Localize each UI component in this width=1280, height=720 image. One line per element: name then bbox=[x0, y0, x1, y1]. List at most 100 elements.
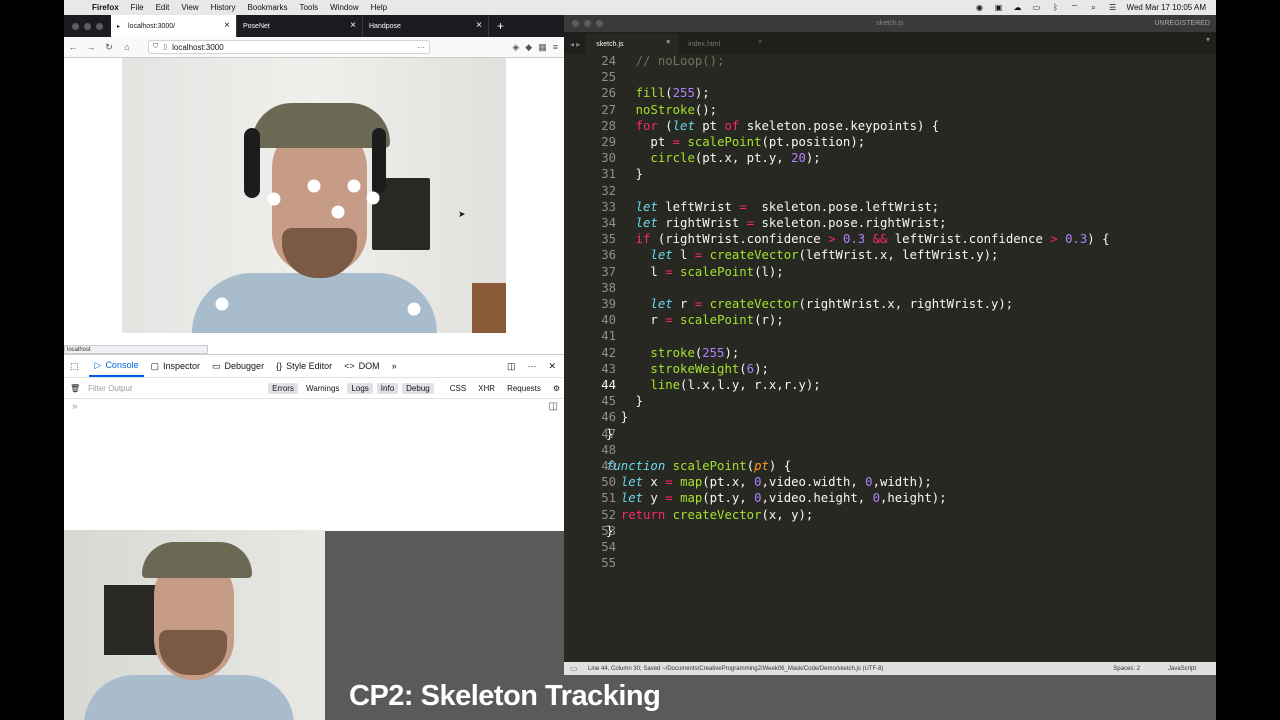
close-icon[interactable]: × bbox=[224, 20, 230, 31]
tab-label: Handpose bbox=[369, 22, 401, 30]
close-icon[interactable]: × bbox=[350, 20, 356, 31]
code-line: l = scalePoint(l); bbox=[606, 264, 784, 279]
filter-warnings[interactable]: Warnings bbox=[302, 383, 344, 394]
settings-gear-icon[interactable]: ⚙ bbox=[553, 384, 560, 393]
code-line: let rightWrist = skeleton.pose.rightWris… bbox=[635, 216, 947, 230]
menubar: Firefox File Edit View History Bookmarks… bbox=[64, 0, 1216, 15]
code-line: line(l.x,l.y, r.x,r.y); bbox=[650, 378, 821, 392]
code-line: } bbox=[606, 394, 644, 409]
container-icon[interactable]: ▦ bbox=[538, 42, 547, 53]
menu-edit[interactable]: Edit bbox=[156, 3, 170, 12]
tab-dom[interactable]: <> DOM bbox=[338, 355, 386, 377]
more-tabs-icon[interactable]: » bbox=[386, 355, 403, 377]
code-line: let x = map(pt.x, 0,video.width, 0,width… bbox=[620, 475, 932, 490]
filter-requests[interactable]: Requests bbox=[503, 383, 545, 394]
menubar-clock[interactable]: Wed Mar 17 10:05 AM bbox=[1127, 3, 1206, 12]
status-menu-icon[interactable]: ◉ bbox=[975, 3, 985, 12]
filter-logs[interactable]: Logs bbox=[347, 382, 373, 394]
p5-canvas[interactable]: ➤ bbox=[122, 58, 506, 333]
element-picker-icon[interactable]: ⬚ bbox=[64, 355, 89, 377]
close-icon[interactable]: × bbox=[476, 20, 482, 31]
mouse-cursor-icon: ➤ bbox=[458, 209, 466, 219]
code-line: for (let pt of skeleton.pose.keypoints) … bbox=[635, 118, 940, 133]
devtools-panel: ⬚ ▷ Console ▢ Inspector ▭ Debugger {} Style … bbox=[64, 354, 564, 531]
close-devtools-icon[interactable]: ✕ bbox=[548, 361, 556, 372]
extension-icon[interactable]: ◆ bbox=[525, 42, 532, 53]
control-center-icon[interactable]: ☰ bbox=[1108, 3, 1118, 12]
tab-debugger[interactable]: ▭ Debugger bbox=[206, 355, 270, 377]
dock-icon[interactable]: ◫ bbox=[507, 361, 516, 372]
tab-dropdown-icon[interactable]: ▾ bbox=[1206, 35, 1210, 44]
menu-view[interactable]: View bbox=[181, 3, 198, 12]
new-tab-button[interactable]: + bbox=[489, 15, 512, 37]
battery-icon[interactable]: ▭ bbox=[1032, 3, 1042, 12]
right-letterbox bbox=[1216, 0, 1280, 720]
close-icon[interactable]: × bbox=[666, 39, 670, 46]
pocket-icon[interactable]: ◈ bbox=[512, 42, 519, 53]
menu-window[interactable]: Window bbox=[330, 3, 358, 12]
sidebar-toggle-icon[interactable]: ◫ bbox=[549, 401, 558, 412]
tab-nav-arrows-icon[interactable]: ◂ ▸ bbox=[564, 40, 586, 54]
filter-errors[interactable]: Errors bbox=[268, 382, 298, 394]
tab-console[interactable]: ▷ Console bbox=[88, 355, 145, 377]
tab-localhost[interactable]: ▸ localhost:3000/ × bbox=[111, 15, 237, 37]
wifi-icon[interactable]: ⌔ bbox=[1070, 3, 1080, 12]
tab-inspector[interactable]: ▢ Inspector bbox=[144, 355, 206, 377]
inspector-icon: ▢ bbox=[150, 360, 159, 371]
back-arrow-icon[interactable]: ← bbox=[64, 42, 82, 52]
person-cap bbox=[142, 542, 252, 578]
menu-file[interactable]: File bbox=[131, 3, 144, 12]
person-shirt bbox=[192, 273, 437, 333]
tab-posenet[interactable]: PoseNet × bbox=[237, 15, 363, 37]
menu-bookmarks[interactable]: Bookmarks bbox=[247, 3, 287, 12]
code-editor[interactable]: 24 25 26 27 28 29 30 31 32 33 34 35 36 37 38 39 40 41 42 43… bbox=[564, 54, 1216, 663]
menu-app[interactable]: Firefox bbox=[92, 3, 119, 12]
status-language[interactable]: JavaScript bbox=[1168, 666, 1196, 672]
close-window-button[interactable] bbox=[72, 22, 79, 30]
close-icon[interactable]: × bbox=[758, 39, 762, 46]
tab-label: index.html bbox=[688, 40, 721, 48]
home-icon[interactable]: ⌂ bbox=[118, 42, 136, 52]
tab-label: Inspector bbox=[162, 361, 201, 371]
firefox-tabstrip: ▸ localhost:3000/ × PoseNet × Handpose ×… bbox=[64, 15, 564, 37]
creative-cloud-icon[interactable]: ☁ bbox=[1013, 3, 1023, 12]
code-line: function scalePoint(pt) { bbox=[606, 459, 792, 473]
search-icon[interactable]: ⌕ bbox=[1089, 3, 1099, 12]
screenshot-icon[interactable]: ▣ bbox=[994, 3, 1004, 12]
filter-debug[interactable]: Debug bbox=[402, 382, 434, 394]
filter-xhr[interactable]: XHR bbox=[474, 383, 499, 394]
forward-arrow-icon[interactable]: → bbox=[82, 42, 100, 52]
menu-help[interactable]: Help bbox=[371, 3, 387, 12]
apple-icon[interactable] bbox=[72, 3, 82, 13]
tab-index-html[interactable]: index.html × bbox=[678, 34, 770, 54]
minimize-window-button[interactable] bbox=[84, 22, 91, 30]
tab-label: DOM bbox=[358, 361, 380, 371]
panel-icon[interactable]: ▭ bbox=[570, 664, 578, 673]
menu-icon[interactable]: ≡ bbox=[553, 42, 558, 53]
firefox-window: ▸ localhost:3000/ × PoseNet × Handpose ×… bbox=[64, 15, 564, 531]
options-icon[interactable]: ··· bbox=[527, 361, 536, 372]
menu-history[interactable]: History bbox=[211, 3, 236, 12]
status-spaces[interactable]: Spaces: 2 bbox=[1113, 666, 1140, 672]
filter-info[interactable]: Info bbox=[376, 382, 399, 394]
zoom-window-button[interactable] bbox=[96, 22, 103, 30]
console-output[interactable]: » ◫ bbox=[64, 399, 564, 509]
console-prompt: » bbox=[72, 401, 78, 412]
sublime-window: sketch.js UNREGISTERED ◂ ▸ sketch.js × in… bbox=[564, 15, 1216, 675]
url-bar[interactable]: ⛉ ▯ localhost:3000 ··· bbox=[148, 40, 430, 54]
reload-icon[interactable]: ↻ bbox=[100, 42, 118, 53]
shield-icon[interactable]: ⛉ bbox=[153, 43, 158, 51]
tab-style-editor[interactable]: {} Style Editor bbox=[270, 355, 338, 377]
bluetooth-icon[interactable]: ᛒ bbox=[1051, 3, 1061, 12]
tab-handpose[interactable]: Handpose × bbox=[363, 15, 489, 37]
navigation-bar: ← → ↻ ⌂ ⛉ ▯ localhost:3000 ··· ◈ ◆ ▦ ≡ bbox=[64, 37, 564, 58]
line-number: 54 bbox=[601, 540, 616, 554]
more-icon[interactable]: ··· bbox=[417, 43, 425, 52]
tab-sketch-js[interactable]: sketch.js × bbox=[586, 34, 679, 54]
filter-css[interactable]: CSS bbox=[446, 383, 470, 394]
filter-output-input[interactable]: Filter Output bbox=[88, 384, 228, 393]
amplifier bbox=[104, 585, 159, 655]
trash-icon[interactable]: 🗑 bbox=[70, 384, 80, 393]
page-info-icon[interactable]: ▯ bbox=[163, 43, 167, 51]
menu-tools[interactable]: Tools bbox=[299, 3, 318, 12]
